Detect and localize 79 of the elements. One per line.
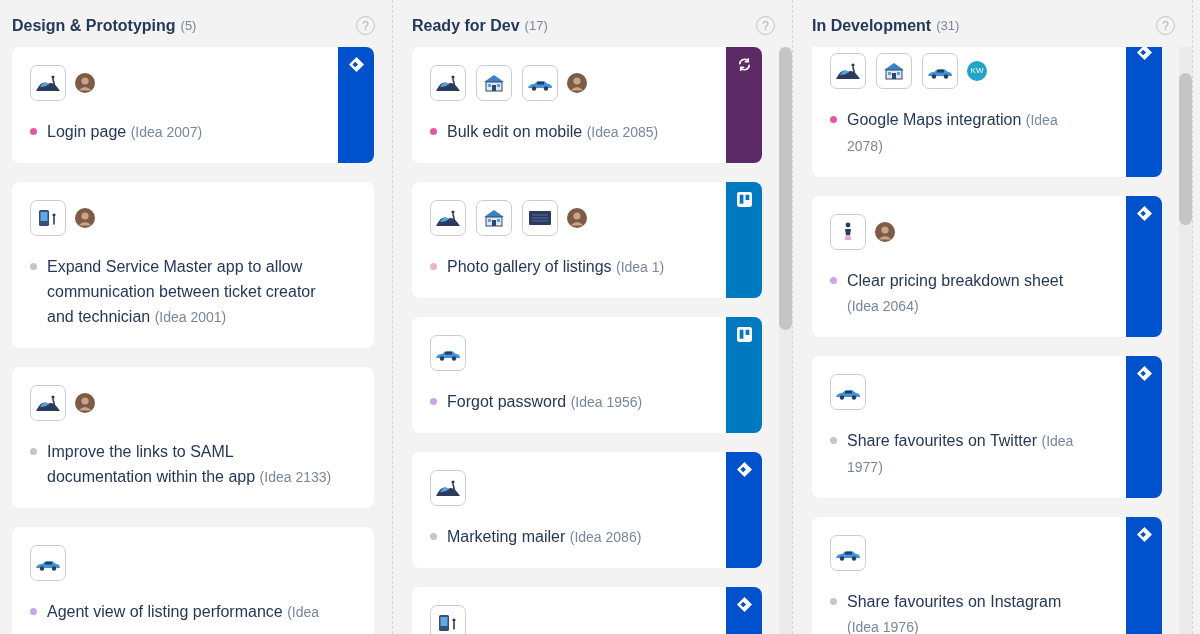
card-count: (5) — [180, 16, 197, 35]
column-title: Design & Prototyping — [12, 15, 176, 36]
avatar-icon — [75, 393, 95, 413]
idea-card[interactable]: Share favourites on Instagram (Idea 1976) — [812, 517, 1162, 634]
integration-strip[interactable] — [726, 182, 762, 298]
diamond-icon — [736, 462, 752, 477]
car-icon — [30, 545, 66, 581]
hills-icon — [830, 53, 866, 89]
idea-title[interactable]: Login page (Idea 2007) — [47, 119, 203, 145]
avatar-icon — [75, 208, 95, 228]
avatar-icon — [567, 208, 587, 228]
house-icon — [476, 65, 512, 101]
integration-strip[interactable] — [1126, 517, 1162, 634]
idea-card[interactable]: Marketing mailer (Idea 2086) — [412, 452, 762, 568]
idea-card[interactable]: Agent view of listing performance (Idea — [12, 527, 374, 634]
house-icon — [876, 53, 912, 89]
phone-icon — [30, 200, 66, 236]
avatar-icon — [75, 73, 95, 93]
avatar-icon — [875, 222, 895, 242]
board-icon — [736, 192, 752, 207]
cycle-arrows-icon — [736, 57, 752, 72]
idea-title[interactable]: Clear pricing breakdown sheet (Idea 2064) — [847, 268, 1088, 319]
idea-title[interactable]: Improve the links to SAML documentation within the app (Idea 2133) — [47, 439, 336, 490]
diamond-icon — [348, 57, 364, 72]
hills-icon — [30, 65, 66, 101]
avatar-initials: KW — [967, 61, 987, 81]
car-icon — [522, 65, 558, 101]
diamond-icon — [1136, 366, 1152, 381]
diamond-icon — [1136, 47, 1152, 60]
person-icon — [830, 214, 866, 250]
idea-card[interactable]: Photo gallery of listings (Idea 1) — [412, 182, 762, 298]
integration-strip[interactable] — [726, 317, 762, 433]
idea-title[interactable]: Google Maps integration (Idea 2078) — [847, 107, 1088, 159]
hills-icon — [430, 65, 466, 101]
idea-title[interactable]: Forgot password (Idea 1956) — [447, 389, 643, 415]
house-icon — [476, 200, 512, 236]
hills-icon — [430, 200, 466, 236]
integration-strip[interactable] — [1126, 196, 1162, 337]
idea-card[interactable]: Clear pricing breakdown sheet (Idea 2064) — [812, 196, 1162, 337]
screen-icon — [522, 200, 558, 236]
integration-strip[interactable] — [726, 47, 762, 163]
integration-strip[interactable] — [1126, 47, 1162, 177]
idea-card[interactable]: Forgot password (Idea 1956) — [412, 317, 762, 433]
avatar-icon — [567, 73, 587, 93]
integration-strip[interactable] — [726, 452, 762, 568]
phone-icon — [430, 605, 466, 634]
scrollbar-track[interactable] — [1179, 47, 1192, 634]
column-title: Ready for Dev — [412, 15, 520, 36]
card-count: (17) — [524, 16, 548, 35]
idea-card[interactable]: Expand Service Master app to allow communication between ticket creator and technician (Idea 2001) — [12, 182, 374, 348]
idea-title[interactable]: Share favourites on Instagram (Idea 1976) — [847, 589, 1088, 634]
board-icon — [736, 327, 752, 342]
scrollbar-thumb[interactable] — [1179, 73, 1192, 225]
column-title: In Development — [812, 15, 932, 36]
hills-icon — [430, 470, 466, 506]
idea-title[interactable]: Expand Service Master app to allow communication between ticket creator and technician (Idea 2001) — [47, 254, 336, 330]
car-icon — [830, 374, 866, 410]
idea-card[interactable]: KW Google Maps integration (Idea 2078) — [812, 47, 1162, 177]
diamond-icon — [736, 597, 752, 612]
idea-title[interactable]: Bulk edit on mobile (Idea 2085) — [447, 119, 659, 145]
idea-card[interactable]: Login page (Idea 2007) — [12, 47, 374, 163]
car-icon — [922, 53, 958, 89]
scrollbar-thumb[interactable] — [779, 47, 792, 330]
scrollbar-track[interactable] — [779, 47, 792, 634]
idea-title[interactable]: Agent view of listing performance (Idea — [47, 599, 320, 625]
idea-title[interactable]: Photo gallery of listings (Idea 1) — [447, 254, 665, 280]
integration-strip[interactable] — [1126, 356, 1162, 498]
car-icon — [830, 535, 866, 571]
idea-title[interactable]: Share favourites on Twitter (Idea 1977) — [847, 428, 1088, 480]
idea-card[interactable]: Improve the links to SAML documentation within the app (Idea 2133) — [12, 367, 374, 508]
hills-icon — [30, 385, 66, 421]
idea-card[interactable]: Share favourites on Twitter (Idea 1977) — [812, 356, 1162, 498]
diamond-icon — [1136, 206, 1152, 221]
integration-strip[interactable] — [338, 47, 374, 163]
idea-title[interactable]: Marketing mailer (Idea 2086) — [447, 524, 642, 550]
idea-card[interactable]: Bulk edit on mobile (Idea 2085) — [412, 47, 762, 163]
card-count: (31) — [936, 16, 960, 35]
diamond-icon — [1136, 527, 1152, 542]
car-icon — [430, 335, 466, 371]
